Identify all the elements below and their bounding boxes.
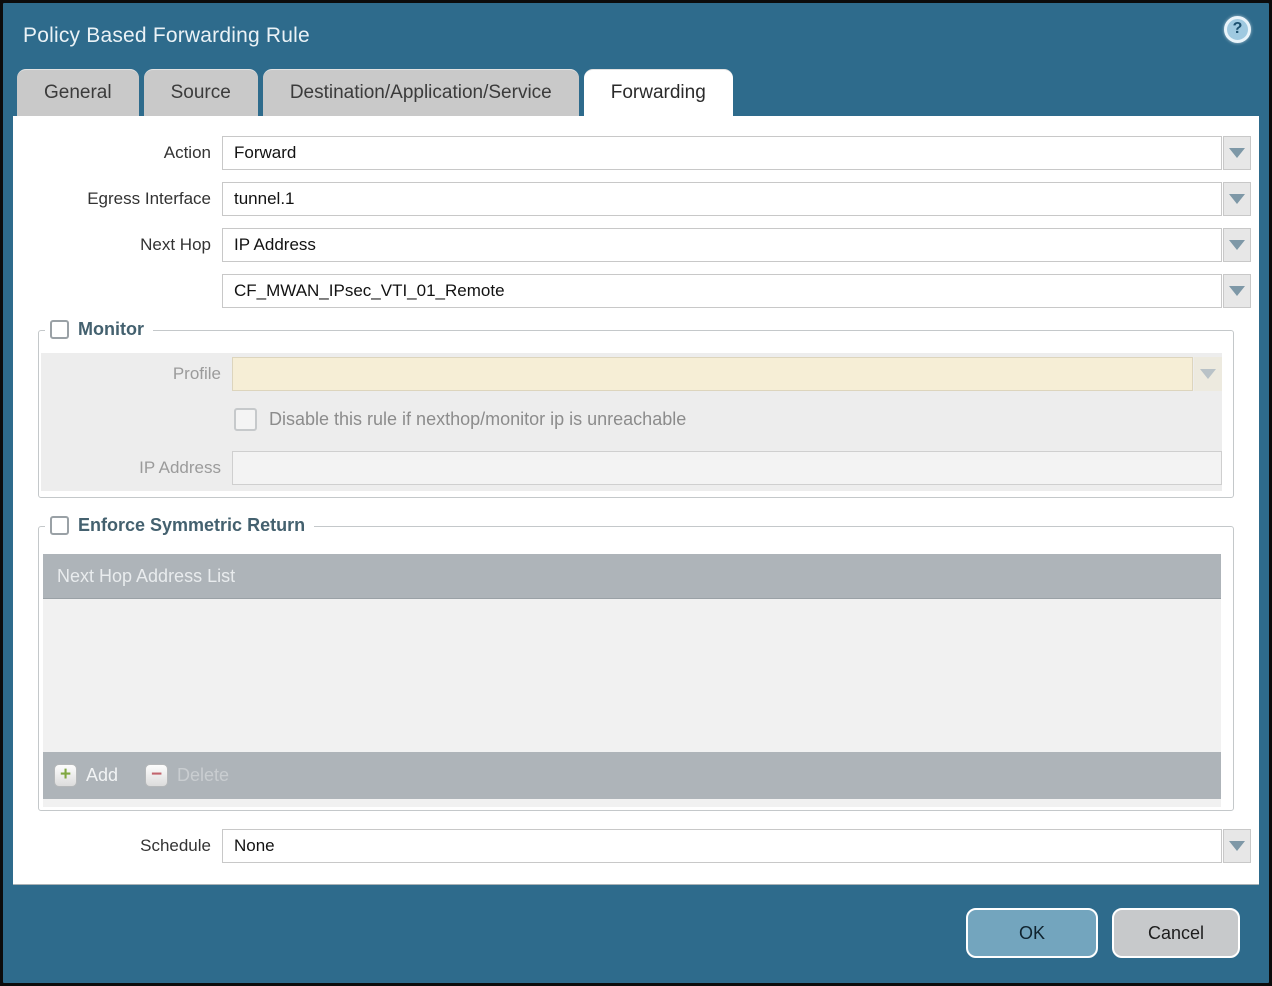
enforce-symmetric-return-checkbox[interactable]	[50, 516, 69, 535]
monitor-ip-address-row: IP Address	[41, 451, 1222, 485]
ok-button[interactable]: OK	[966, 908, 1098, 958]
egress-interface-select[interactable]: tunnel.1	[222, 182, 1222, 216]
next-hop-address-list-body[interactable]	[43, 599, 1221, 752]
delete-button: − Delete	[145, 764, 229, 787]
action-row: Action Forward	[13, 136, 1259, 170]
add-plus-icon: +	[54, 764, 77, 787]
chevron-down-icon	[1229, 841, 1245, 851]
next-hop-type-select[interactable]: IP Address	[222, 228, 1222, 262]
delete-button-label: Delete	[177, 765, 229, 786]
next-hop-address-list-column-header: Next Hop Address List	[43, 554, 1221, 599]
profile-label: Profile	[41, 364, 221, 384]
enforce-symmetric-return-fieldset: Enforce Symmetric Return Next Hop Addres…	[38, 526, 1234, 811]
monitor-checkbox[interactable]	[50, 320, 69, 339]
pbf-rule-dialog: Policy Based Forwarding Rule ? General S…	[0, 0, 1272, 986]
tab-destination-application-service[interactable]: Destination/Application/Service	[263, 69, 579, 116]
schedule-row: Schedule None	[13, 829, 1259, 863]
tab-general[interactable]: General	[17, 69, 139, 116]
profile-row: Profile	[41, 357, 1222, 391]
monitor-ip-address-label: IP Address	[41, 458, 221, 478]
action-label: Action	[13, 143, 211, 163]
next-hop-combo: IP Address	[222, 228, 1251, 262]
schedule-select[interactable]: None	[222, 829, 1222, 863]
disable-rule-row: Disable this rule if nexthop/monitor ip …	[234, 408, 1222, 431]
forwarding-tab-panel: Action Forward Egress Interface tunnel.1…	[13, 116, 1259, 885]
next-hop-address-combo: CF_MWAN_IPsec_VTI_01_Remote	[222, 274, 1251, 308]
next-hop-address-list-grid: Next Hop Address List + Add − Delete	[43, 554, 1221, 807]
schedule-dropdown-trigger[interactable]	[1223, 829, 1251, 863]
chevron-down-icon	[1200, 369, 1216, 379]
chevron-down-icon	[1229, 148, 1245, 158]
dialog-footer: OK Cancel	[3, 885, 1269, 981]
next-hop-row: Next Hop IP Address	[13, 228, 1259, 262]
enforce-symmetric-return-legend: Enforce Symmetric Return	[45, 513, 314, 538]
add-button[interactable]: + Add	[54, 764, 118, 787]
enforce-symmetric-return-title: Enforce Symmetric Return	[78, 515, 305, 536]
action-dropdown-trigger[interactable]	[1223, 136, 1251, 170]
disable-rule-label: Disable this rule if nexthop/monitor ip …	[269, 409, 686, 430]
cancel-button[interactable]: Cancel	[1112, 908, 1240, 958]
egress-interface-combo: tunnel.1	[222, 182, 1251, 216]
chevron-down-icon	[1229, 240, 1245, 250]
egress-interface-row: Egress Interface tunnel.1	[13, 182, 1259, 216]
next-hop-address-row: CF_MWAN_IPsec_VTI_01_Remote	[13, 274, 1259, 308]
next-hop-label: Next Hop	[13, 235, 211, 255]
action-combo: Forward	[222, 136, 1251, 170]
next-hop-dropdown-trigger[interactable]	[1223, 228, 1251, 262]
next-hop-address-select[interactable]: CF_MWAN_IPsec_VTI_01_Remote	[222, 274, 1222, 308]
chevron-down-icon	[1229, 286, 1245, 296]
egress-interface-dropdown-trigger[interactable]	[1223, 182, 1251, 216]
profile-dropdown-trigger	[1194, 357, 1222, 391]
tab-forwarding[interactable]: Forwarding	[584, 69, 733, 116]
schedule-label: Schedule	[13, 836, 211, 856]
help-icon[interactable]: ?	[1224, 16, 1251, 43]
delete-minus-icon: −	[145, 764, 168, 787]
dialog-title: Policy Based Forwarding Rule	[23, 24, 310, 48]
schedule-combo: None	[222, 829, 1251, 863]
next-hop-address-dropdown-trigger[interactable]	[1223, 274, 1251, 308]
tab-bar: General Source Destination/Application/S…	[3, 69, 1269, 116]
dialog-titlebar: Policy Based Forwarding Rule ?	[3, 3, 1269, 69]
chevron-down-icon	[1229, 194, 1245, 204]
disable-rule-checkbox	[234, 408, 257, 431]
tab-source[interactable]: Source	[144, 69, 258, 116]
monitor-fieldset: Monitor Profile Disable this rule if nex…	[38, 330, 1234, 498]
monitor-legend: Monitor	[45, 317, 153, 342]
monitor-title: Monitor	[78, 319, 144, 340]
profile-select	[232, 357, 1193, 391]
grid-bottom-strip	[43, 799, 1221, 807]
monitor-ip-address-input	[232, 451, 1222, 485]
action-select[interactable]: Forward	[222, 136, 1222, 170]
egress-interface-label: Egress Interface	[13, 189, 211, 209]
add-button-label: Add	[86, 765, 118, 786]
next-hop-address-list-toolbar: + Add − Delete	[43, 752, 1221, 799]
monitor-disabled-panel: Profile Disable this rule if nexthop/mon…	[41, 353, 1222, 491]
